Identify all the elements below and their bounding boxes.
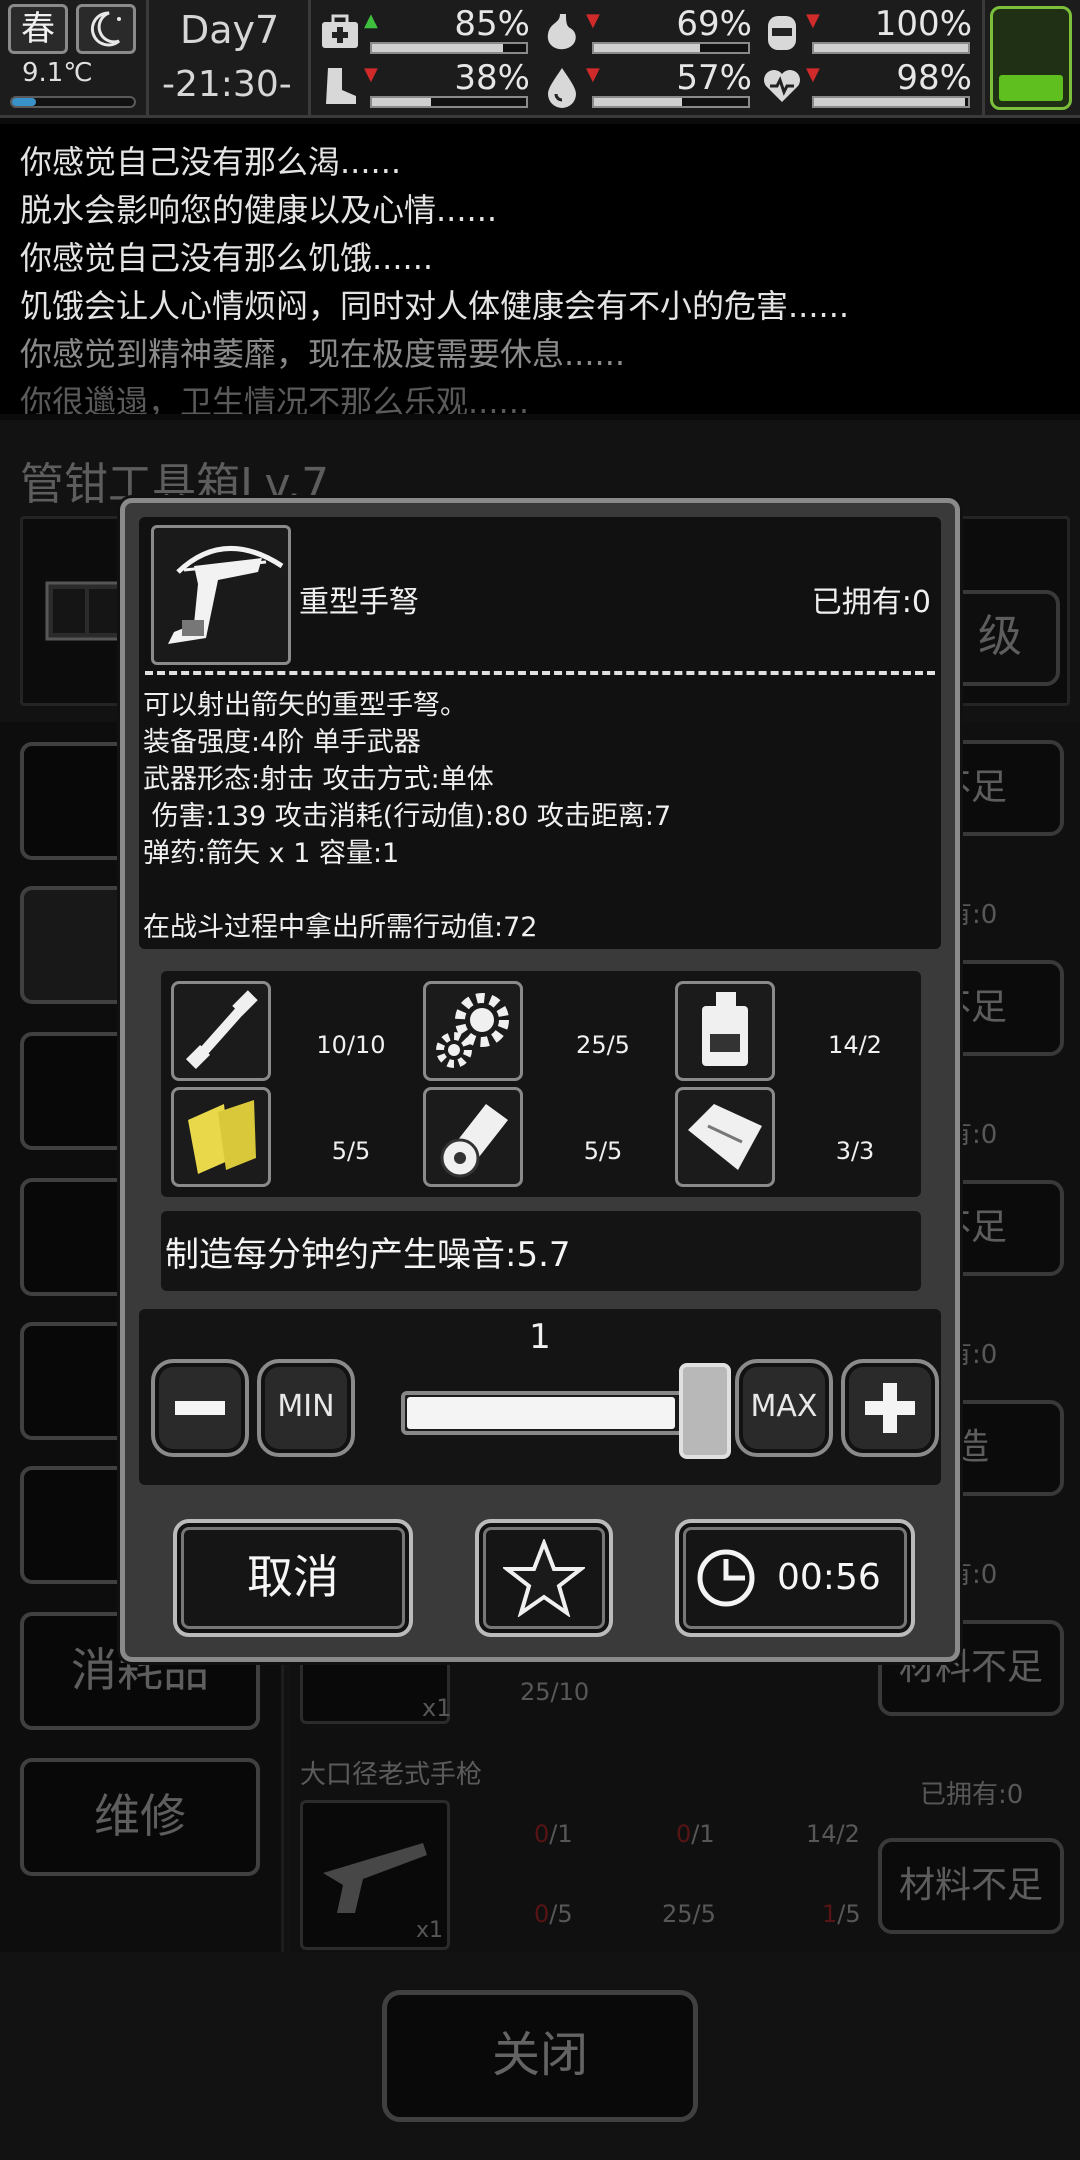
- log-line: 脱水会影响您的健康以及心情......: [20, 191, 498, 229]
- log-line: 你感觉自己没有那么饥饿......: [20, 239, 434, 277]
- minus-icon: [175, 1401, 225, 1415]
- hunger-percent: 69%: [676, 4, 752, 44]
- plastic-sheet-icon: [675, 1087, 775, 1187]
- material-count: 5/5: [583, 1137, 623, 1165]
- material-count: 25/10: [520, 1678, 590, 1706]
- log-line: 你很邋遢，卫生情况不那么乐观......: [20, 383, 530, 414]
- revolver-icon: x1: [300, 1800, 450, 1950]
- quantity-panel: 1 MIN MAX: [139, 1309, 941, 1485]
- favorite-button[interactable]: [475, 1519, 613, 1637]
- slider-handle[interactable]: [679, 1363, 731, 1459]
- cancel-button[interactable]: 取消: [173, 1519, 413, 1637]
- wood-planks-icon: [171, 1087, 271, 1187]
- item-description: 可以射出箭矢的重型手弩。 装备强度:4阶 单手武器 武器形态:射击 攻击方式:单…: [143, 690, 672, 943]
- owned-count: 已拥有:0: [920, 1780, 1024, 1810]
- craft-start-button[interactable]: 00:56: [675, 1519, 915, 1637]
- crossbow-icon: [151, 525, 291, 665]
- decrease-button[interactable]: [151, 1359, 249, 1457]
- log-line: 饥饿会让人心情烦闷，同时对人体健康会有不小的危害......: [20, 287, 850, 325]
- quantity-value: 1: [529, 1317, 551, 1357]
- moon-icon: [76, 4, 136, 54]
- gears-icon: [423, 981, 523, 1081]
- min-button[interactable]: MIN: [257, 1359, 355, 1457]
- water-drop-icon: [548, 68, 576, 108]
- material-slot: 3/3: [675, 1087, 915, 1187]
- stat-hunger: ▼ 69%: [540, 4, 760, 60]
- clock-icon: [697, 1549, 755, 1607]
- log-line: 你感觉自己没有那么渴......: [20, 143, 402, 181]
- pipe-icon: [171, 981, 271, 1081]
- temperature-text: 9.1℃: [22, 58, 93, 88]
- quantity-slider[interactable]: [401, 1391, 719, 1435]
- trend-down-icon: ▼: [806, 64, 820, 85]
- health-percent: 85%: [454, 4, 530, 44]
- item-name: 重型手弩: [299, 585, 419, 620]
- stomach-icon: [547, 14, 576, 50]
- materials-panel: 10/10 25/5 14/2 5/5 5/5 3/3: [161, 971, 921, 1197]
- material-count: 25/5: [576, 1031, 630, 1059]
- increase-button[interactable]: [841, 1359, 939, 1457]
- recipe-title: 大口径老式手枪: [300, 1760, 483, 1790]
- material-count: 10/10: [316, 1031, 386, 1059]
- medkit-icon: [322, 14, 358, 48]
- stamina-percent: 38%: [454, 58, 530, 98]
- device-battery-icon: [990, 6, 1072, 110]
- temperature-bar: [10, 96, 136, 108]
- craft-time: 00:56: [777, 1557, 881, 1598]
- trend-down-icon: ▼: [586, 64, 600, 85]
- material-count: 5/5: [331, 1137, 371, 1165]
- item-description-panel[interactable]: 重型手弩 已拥有:0 可以射出箭矢的重型手弩。 装备强度:4阶 单手武器 武器形…: [139, 517, 941, 949]
- heart-icon: [764, 70, 800, 102]
- material-slot: 14/2: [675, 981, 915, 1081]
- trend-up-icon: ▲: [364, 10, 378, 31]
- material-count: 3/3: [835, 1137, 875, 1165]
- max-button[interactable]: MAX: [735, 1359, 833, 1457]
- noise-panel: 制造每分钟约产生噪音:5.7: [161, 1211, 921, 1291]
- stat-battery: ▼ 100%: [760, 4, 980, 60]
- trend-down-icon: ▼: [586, 10, 600, 31]
- recipe-item-count: x1: [415, 1918, 443, 1943]
- log-line: 你感觉到精神萎靡，现在极度需要休息......: [20, 335, 626, 373]
- noise-text: 制造每分钟约产生噪音:5.7: [165, 1235, 571, 1275]
- stat-thirst: ▼ 57%: [540, 58, 760, 114]
- day-counter: Day7: [180, 8, 280, 52]
- message-log[interactable]: 你感觉自己没有那么渴...... 脱水会影响您的健康以及心情...... 你感觉…: [0, 124, 1080, 414]
- trend-down-icon: ▼: [364, 64, 378, 85]
- material-slot: 10/10: [171, 981, 411, 1081]
- status-hud: 春 9.1℃ Day7 -21:30- ▲ 85% ▼ 69% ▼ 100% ▼…: [0, 0, 1080, 118]
- stat-mood: ▼ 98%: [760, 58, 980, 114]
- close-button[interactable]: 关闭: [382, 1990, 698, 2122]
- game-clock: -21:30-: [162, 64, 292, 105]
- plus-icon: [865, 1383, 915, 1433]
- category-repair-button[interactable]: 维修: [20, 1758, 260, 1876]
- star-icon: [503, 1539, 585, 1617]
- thirst-percent: 57%: [676, 58, 752, 98]
- stat-stamina: ▼ 38%: [318, 58, 538, 114]
- material-slot: 5/5: [171, 1087, 411, 1187]
- recipe-item-count: x1: [422, 1694, 452, 1722]
- trend-down-icon: ▼: [806, 10, 820, 31]
- material-slot: 5/5: [423, 1087, 663, 1187]
- canister-icon: [768, 16, 796, 50]
- material-slot: 25/5: [423, 981, 663, 1081]
- fabric-roll-icon: [423, 1087, 523, 1187]
- craft-button[interactable]: 材料不足: [878, 1838, 1064, 1934]
- stat-health: ▲ 85%: [318, 4, 538, 60]
- season-indicator: 春: [8, 4, 68, 54]
- craft-dialog: 重型手弩 已拥有:0 可以射出箭矢的重型手弩。 装备强度:4阶 单手武器 武器形…: [120, 498, 960, 1662]
- material-count: 14/2: [828, 1031, 882, 1059]
- battery-percent: 100%: [874, 4, 972, 44]
- divider: [145, 671, 935, 675]
- boot-icon: [326, 68, 356, 104]
- item-owned-count: 已拥有:0: [811, 585, 931, 620]
- mood-percent: 98%: [896, 58, 972, 98]
- jerrycan-icon: [675, 981, 775, 1081]
